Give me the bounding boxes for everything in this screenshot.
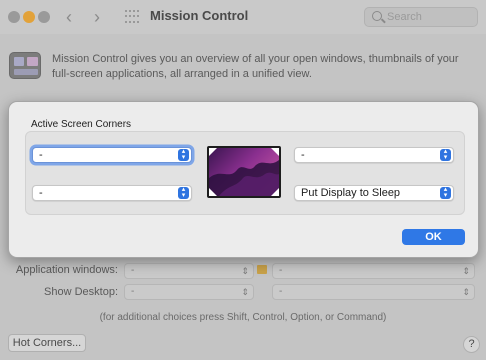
chevron-updown-icon: ⇕ [462, 266, 470, 276]
mission-control-icon [9, 52, 41, 79]
help-button[interactable]: ? [463, 336, 480, 353]
forward-arrow-icon[interactable]: › [94, 7, 100, 28]
ok-button[interactable]: OK [402, 229, 465, 245]
corner-marker-top-left [209, 148, 217, 156]
chevron-updown-icon: ▴ ▾ [178, 186, 189, 199]
corner-marker-top-right [271, 148, 279, 156]
pane-description: Mission Control gives you an overview of… [52, 53, 459, 80]
top-right-corner-popup[interactable]: - ▴ ▾ [294, 147, 454, 163]
chevron-updown-icon: ⇕ [462, 287, 470, 297]
show-desktop-right-popup[interactable]: - ⇕ [272, 284, 475, 300]
close-window-button[interactable] [8, 11, 20, 23]
search-field[interactable]: Search [364, 7, 478, 27]
chevron-updown-icon: ▴ ▾ [440, 148, 451, 161]
show-desktop-left-popup[interactable]: - ⇕ [124, 284, 254, 300]
bottom-left-corner-popup[interactable]: - ▴ ▾ [32, 185, 192, 201]
chevron-updown-icon: ▴ ▾ [440, 186, 451, 199]
application-windows-right-popup[interactable]: - ⇕ [272, 263, 475, 279]
chevron-updown-icon: ⇕ [241, 287, 249, 297]
title-bar: ‹ › Mission Control Search [0, 0, 486, 34]
popup-value: - [131, 265, 135, 276]
show-all-grid-icon[interactable] [125, 10, 139, 24]
popup-value: Put Display to Sleep [301, 187, 401, 199]
top-left-corner-popup[interactable]: - ▴ ▾ [32, 147, 192, 163]
hot-corners-button[interactable]: Hot Corners... [8, 334, 86, 352]
back-arrow-icon[interactable]: ‹ [66, 7, 72, 28]
popup-value: - [301, 149, 305, 161]
popup-value: - [279, 265, 283, 276]
modifier-hint: (for additional choices press Shift, Con… [99, 312, 387, 323]
group-label: Active Screen Corners [31, 119, 132, 130]
popup-value: - [39, 187, 43, 199]
hot-corners-sheet: Active Screen Corners - ▴ ▾ - ▴ ▾ - ▴ ▾ Put… [8, 101, 479, 258]
search-icon [372, 11, 382, 21]
popup-value: - [131, 286, 135, 297]
chevron-updown-icon: ⇕ [241, 266, 249, 276]
application-windows-left-popup[interactable]: - ⇕ [124, 263, 254, 279]
lock-icon [257, 265, 267, 274]
window-title: Mission Control [150, 8, 249, 23]
show-desktop-label: Show Desktop: [44, 286, 118, 298]
popup-value: - [279, 286, 283, 297]
wallpaper-image [209, 148, 279, 196]
desktop-preview-thumbnail [207, 146, 281, 198]
bottom-right-corner-popup[interactable]: Put Display to Sleep ▴ ▾ [294, 185, 454, 201]
search-placeholder: Search [387, 11, 422, 23]
chevron-updown-icon: ▴ ▾ [178, 148, 189, 161]
zoom-window-button[interactable] [38, 11, 50, 23]
application-windows-label: Application windows: [15, 264, 118, 276]
popup-value: - [39, 149, 43, 161]
minimize-window-button[interactable] [23, 11, 35, 23]
